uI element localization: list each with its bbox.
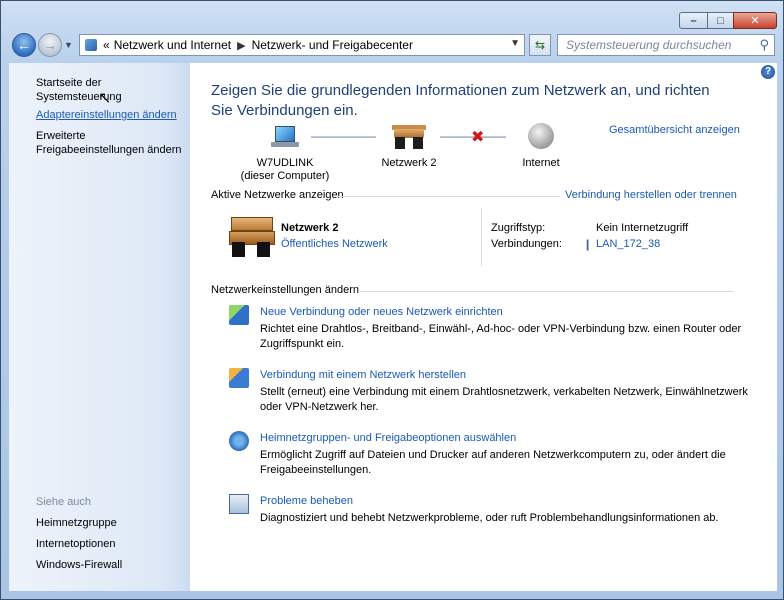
recent-pages-dropdown[interactable]: ▼ [64, 40, 73, 50]
breadcrumb-network-internet[interactable]: Netzwerk und Internet [114, 38, 231, 52]
chevron-right-icon[interactable]: ▶ [237, 39, 245, 52]
refresh-icon: ⇆ [534, 38, 546, 52]
divider [335, 196, 560, 197]
computer-icon [271, 125, 299, 149]
internet-label: Internet [522, 157, 560, 169]
new-connection-desc: Richtet eine Drahtlos-, Breitband-, Einw… [260, 323, 742, 350]
address-bar[interactable]: « Netzwerk und Internet ▶ Netzwerk- und … [79, 34, 525, 56]
connect-network-link[interactable]: Verbindung mit einem Netzwerk herstellen [260, 369, 466, 381]
see-also-firewall-link[interactable]: Windows-Firewall [36, 558, 122, 572]
access-type-label: Zugriffstyp: [491, 222, 546, 234]
new-connection-icon [229, 305, 249, 325]
network-type-link[interactable]: Öffentliches Netzwerk [281, 238, 388, 250]
network-name: Netzwerk 2 [381, 157, 437, 169]
sidebar: Startseite der Systemsteuerung Adapterei… [9, 63, 190, 591]
chevron-down-icon: ▼ [64, 40, 73, 50]
computer-name: W7UDLINK [256, 157, 314, 169]
connect-network-desc: Stellt (erneut) eine Verbindung mit eine… [260, 386, 748, 413]
mouse-cursor-icon: ↖ [98, 90, 112, 107]
map-connector [311, 136, 376, 138]
no-connection-x-icon: ✖ [471, 129, 485, 146]
see-also-heading: Siehe auch [36, 496, 92, 508]
troubleshoot-icon [229, 494, 249, 514]
back-button[interactable]: ← [12, 33, 36, 57]
main-content: ? Zeigen Sie die grundlegenden Informati… [190, 63, 777, 591]
forward-button[interactable]: → [38, 33, 62, 57]
arrow-left-icon: ← [17, 37, 31, 53]
troubleshoot-desc: Diagnostiziert und behebt Netzwerkproble… [260, 512, 719, 524]
maximize-button[interactable]: □ [707, 12, 733, 29]
homegroup-sharing-link[interactable]: Heimnetzgruppen- und Freigabeoptionen au… [260, 432, 516, 444]
search-placeholder: Systemsteuerung durchsuchen [566, 38, 732, 52]
map-node-network[interactable]: Netzwerk 2 [374, 125, 444, 170]
lan-connection-link[interactable]: LAN_172_38 [596, 238, 660, 250]
active-network-name: Netzwerk 2 [281, 222, 339, 234]
homegroup-icon [229, 431, 249, 451]
search-input[interactable]: Systemsteuerung durchsuchen ⚲ [557, 34, 775, 56]
see-also-homegroup-link[interactable]: Heimnetzgruppe [36, 516, 117, 530]
close-button[interactable]: ✕ [733, 12, 777, 29]
connect-disconnect-link[interactable]: Verbindung herstellen oder trennen [565, 189, 737, 201]
divider [358, 291, 733, 292]
change-settings-heading: Netzwerkeinstellungen ändern [211, 284, 359, 296]
connections-label: Verbindungen: [491, 238, 562, 250]
navigation-bar: ← → ▼ « Netzwerk und Internet ▶ Netzwerk… [9, 33, 777, 59]
breadcrumb-overflow[interactable]: « [103, 38, 110, 52]
sidebar-home-link[interactable]: Startseite der Systemsteuerung [36, 76, 190, 104]
control-panel-icon [85, 39, 97, 51]
connect-network-icon [229, 368, 249, 388]
sidebar-advanced-sharing-link[interactable]: Erweiterte Freigabeeinstellungen ändern [36, 129, 182, 157]
help-icon[interactable]: ? [761, 65, 775, 79]
computer-subtitle: (dieser Computer) [240, 170, 330, 182]
control-panel-window: – □ ✕ ← → ▼ « Netzwerk und Internet ▶ Ne… [0, 0, 784, 600]
refresh-button[interactable]: ⇆ [529, 34, 551, 56]
sidebar-adapter-settings-link[interactable]: Adaptereinstellungen ändern [36, 108, 177, 122]
access-type-value: Kein Internetzugriff [596, 222, 689, 234]
see-also-internet-options-link[interactable]: Internetoptionen [36, 537, 116, 551]
globe-icon [528, 123, 554, 149]
troubleshoot-link[interactable]: Probleme beheben [260, 495, 353, 507]
page-title: Zeigen Sie die grundlegenden Information… [211, 82, 710, 119]
homegroup-sharing-desc: Ermöglicht Zugriff auf Dateien und Druck… [260, 449, 726, 476]
vertical-divider [481, 208, 482, 266]
public-network-icon [392, 125, 426, 149]
new-connection-link[interactable]: Neue Verbindung oder neues Netzwerk einr… [260, 306, 503, 318]
minimize-button[interactable]: – [679, 12, 707, 29]
breadcrumb-network-center[interactable]: Netzwerk- und Freigabecenter [252, 38, 413, 52]
ethernet-plug-icon: ❙ [583, 239, 593, 251]
address-dropdown-icon[interactable]: ▼ [510, 38, 520, 49]
full-map-link[interactable]: Gesamtübersicht anzeigen [609, 124, 740, 136]
map-node-computer[interactable]: W7UDLINK (dieser Computer) [230, 125, 340, 183]
sidebar-advanced-line1: Erweiterte [36, 130, 86, 142]
map-node-internet[interactable]: Internet [510, 123, 572, 170]
sidebar-advanced-line2: Freigabeeinstellungen ändern [36, 144, 182, 156]
caption-buttons: – □ ✕ [679, 12, 777, 29]
public-network-large-icon [229, 217, 275, 257]
active-networks-heading: Aktive Netzwerke anzeigen [211, 189, 344, 201]
arrow-right-icon: → [43, 37, 57, 53]
search-icon[interactable]: ⚲ [759, 37, 769, 53]
